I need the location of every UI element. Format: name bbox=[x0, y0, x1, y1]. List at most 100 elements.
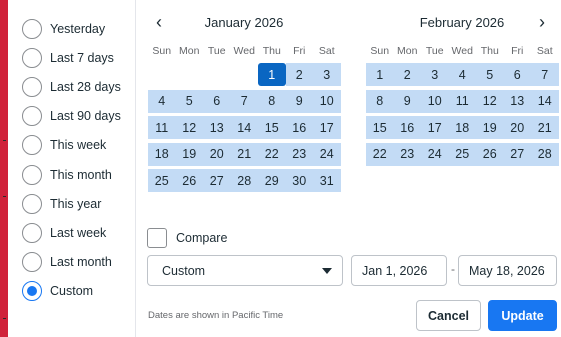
preset-this-week[interactable]: This week bbox=[8, 131, 136, 160]
calendar-day[interactable]: 16 bbox=[393, 116, 421, 139]
calendar-day[interactable]: 18 bbox=[448, 116, 476, 139]
calendar-day[interactable]: 9 bbox=[393, 89, 421, 113]
calendar-day[interactable]: 23 bbox=[285, 142, 313, 166]
preset-label: Yesterday bbox=[50, 21, 106, 36]
calendar-day[interactable]: 23 bbox=[393, 142, 421, 166]
preset-this-month[interactable]: This month bbox=[8, 160, 136, 189]
calendar-day[interactable]: 22 bbox=[258, 142, 286, 166]
preset-yesterday[interactable]: Yesterday bbox=[8, 14, 136, 43]
preset-last-month[interactable]: Last month bbox=[8, 248, 136, 277]
radio-button[interactable] bbox=[22, 18, 42, 39]
calendar-day[interactable]: 24 bbox=[313, 142, 341, 166]
calendar-day[interactable]: 29 bbox=[258, 169, 286, 192]
radio-button[interactable] bbox=[22, 222, 42, 243]
calendar-day[interactable]: 14 bbox=[531, 89, 559, 113]
compare-checkbox[interactable] bbox=[147, 228, 167, 248]
calendar-day[interactable]: 13 bbox=[203, 116, 231, 139]
calendar-day[interactable]: 24 bbox=[421, 142, 449, 166]
edge-mark bbox=[3, 196, 6, 197]
radio-button[interactable] bbox=[22, 193, 42, 214]
range-select[interactable]: Custom bbox=[147, 255, 343, 286]
calendar-day[interactable]: 16 bbox=[285, 116, 313, 139]
calendar-day[interactable]: 25 bbox=[448, 142, 476, 166]
preset-label: Custom bbox=[50, 284, 94, 299]
calendar-day[interactable]: 26 bbox=[476, 142, 504, 166]
calendar-day[interactable]: 21 bbox=[531, 116, 559, 139]
calendar-day[interactable]: 31 bbox=[313, 169, 341, 192]
calendar-day[interactable]: 12 bbox=[476, 89, 504, 113]
radio-button[interactable] bbox=[22, 164, 42, 185]
calendar-day[interactable]: 26 bbox=[175, 169, 203, 192]
calendar-day[interactable]: 10 bbox=[421, 89, 449, 113]
calendar-day[interactable]: 17 bbox=[313, 116, 341, 139]
weekday-header: Mon bbox=[397, 45, 418, 57]
calendar-day[interactable]: 14 bbox=[230, 116, 258, 139]
calendar-day[interactable]: 19 bbox=[175, 142, 203, 166]
cancel-button[interactable]: Cancel bbox=[416, 300, 481, 331]
calendar-day[interactable]: 5 bbox=[175, 89, 203, 113]
calendar-day[interactable]: 3 bbox=[313, 63, 341, 86]
calendar-day[interactable]: 9 bbox=[285, 89, 313, 113]
month-title: January 2026 bbox=[204, 15, 284, 30]
calendar-day[interactable]: 1 bbox=[366, 63, 394, 86]
calendar-day[interactable]: 15 bbox=[366, 116, 394, 139]
calendar-day[interactable]: 6 bbox=[203, 89, 231, 113]
calendar-day[interactable]: 10 bbox=[313, 89, 341, 113]
preset-custom[interactable]: Custom bbox=[8, 277, 136, 306]
calendar-day[interactable]: 12 bbox=[175, 116, 203, 139]
prev-month-button[interactable]: ‹ bbox=[156, 12, 162, 32]
calendar-day[interactable]: 7 bbox=[230, 89, 258, 113]
calendar-day[interactable]: 4 bbox=[148, 89, 176, 113]
calendar-day[interactable]: 28 bbox=[230, 169, 258, 192]
weekday-header: Tue bbox=[207, 45, 226, 57]
calendar-day[interactable]: 25 bbox=[148, 169, 176, 192]
radio-button[interactable] bbox=[22, 47, 42, 68]
next-month-button[interactable]: › bbox=[539, 12, 545, 32]
radio-button[interactable] bbox=[22, 76, 42, 97]
calendar-day[interactable]: 2 bbox=[393, 63, 421, 86]
calendar-day[interactable]: 27 bbox=[203, 169, 231, 192]
calendar-day[interactable]: 20 bbox=[503, 116, 531, 139]
calendar-day[interactable]: 15 bbox=[258, 116, 286, 139]
preset-label: Last 90 days bbox=[50, 109, 121, 124]
calendar-day[interactable]: 1 bbox=[258, 63, 286, 86]
calendar-day[interactable]: 11 bbox=[448, 89, 476, 113]
preset-this-year[interactable]: This year bbox=[8, 189, 136, 218]
calendar-day[interactable]: 6 bbox=[503, 63, 531, 86]
preset-last-90-days[interactable]: Last 90 days bbox=[8, 102, 136, 131]
preset-last-week[interactable]: Last week bbox=[8, 218, 136, 247]
calendar-day[interactable]: 19 bbox=[476, 116, 504, 139]
preset-last-28-days[interactable]: Last 28 days bbox=[8, 72, 136, 101]
calendar-day[interactable]: 22 bbox=[366, 142, 394, 166]
calendar-day[interactable]: 3 bbox=[421, 63, 449, 86]
start-date-input[interactable] bbox=[351, 255, 447, 286]
end-date-input[interactable] bbox=[458, 255, 557, 286]
calendar-day[interactable]: 4 bbox=[448, 63, 476, 86]
calendar-day[interactable]: 18 bbox=[148, 142, 176, 166]
preset-label: This year bbox=[50, 196, 102, 211]
weekday-header: Sat bbox=[536, 45, 553, 57]
preset-label: Last 28 days bbox=[50, 79, 121, 94]
calendar-day[interactable]: 20 bbox=[203, 142, 231, 166]
preset-last-7-days[interactable]: Last 7 days bbox=[8, 43, 136, 72]
radio-button[interactable] bbox=[22, 135, 42, 156]
preset-label: Last 7 days bbox=[50, 50, 114, 65]
radio-button[interactable] bbox=[22, 106, 42, 127]
background-edge bbox=[0, 0, 8, 337]
calendar-day[interactable]: 17 bbox=[421, 116, 449, 139]
calendar-day[interactable]: 13 bbox=[503, 89, 531, 113]
update-button[interactable]: Update bbox=[488, 300, 557, 331]
calendar-day[interactable]: 7 bbox=[531, 63, 559, 86]
calendar-day[interactable]: 27 bbox=[503, 142, 531, 166]
weekday-header: Wed bbox=[451, 45, 473, 57]
radio-button[interactable] bbox=[22, 252, 42, 273]
calendar-day[interactable]: 5 bbox=[476, 63, 504, 86]
calendar-day[interactable]: 28 bbox=[531, 142, 559, 166]
calendar-day[interactable]: 11 bbox=[148, 116, 176, 139]
calendar-day[interactable]: 2 bbox=[285, 63, 313, 86]
radio-button[interactable] bbox=[22, 281, 42, 302]
calendar-day[interactable]: 8 bbox=[366, 89, 394, 113]
calendar-day[interactable]: 21 bbox=[230, 142, 258, 166]
calendar-day[interactable]: 8 bbox=[258, 89, 286, 113]
calendar-day[interactable]: 30 bbox=[285, 169, 313, 192]
